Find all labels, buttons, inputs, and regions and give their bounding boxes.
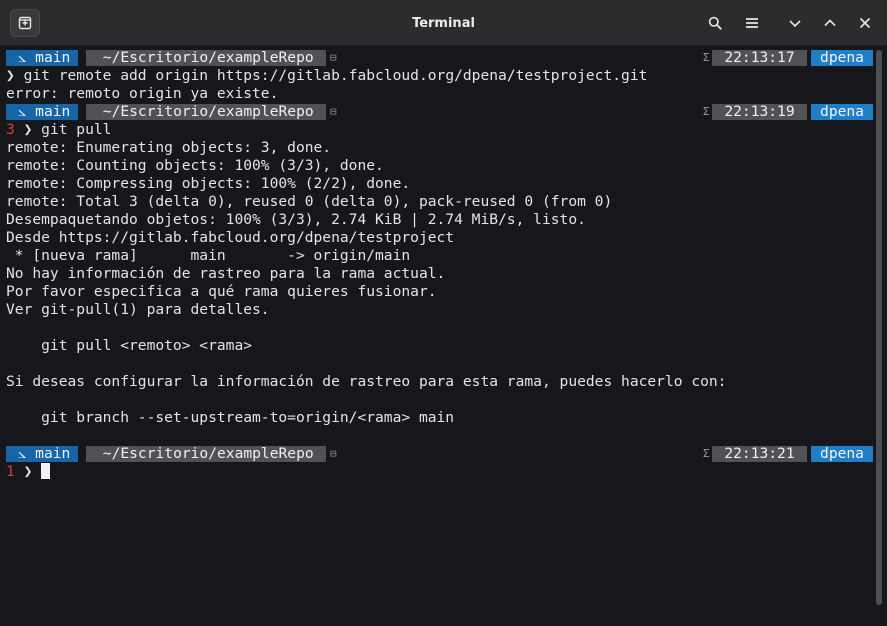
hamburger-menu-icon <box>746 18 758 28</box>
prompt-arrow: ❯ <box>14 121 42 138</box>
sigma-icon: Σ <box>703 447 710 460</box>
output-line: * [nueva rama] main -> origin/main <box>6 247 411 264</box>
sigma-icon: Σ <box>703 51 710 64</box>
main-menu-button[interactable] <box>737 8 767 38</box>
exit-status: 3 <box>6 121 15 138</box>
header-bar: Terminal <box>0 0 887 46</box>
branch-segment: ⦣ main <box>6 446 78 462</box>
exit-status: 1 <box>6 463 15 480</box>
folder-status-icon: ⊟ <box>330 105 337 118</box>
user-segment: dpena <box>811 104 873 120</box>
new-tab-icon <box>18 16 32 30</box>
prompt-line: ⦣ main ~/Escritorio/exampleRepo ⊟ Σ 22:1… <box>6 103 873 121</box>
close-button[interactable] <box>850 8 880 38</box>
search-icon <box>708 16 722 30</box>
new-tab-button[interactable] <box>10 9 40 37</box>
output-line: Desempaquetando objetos: 100% (3/3), 2.7… <box>6 211 586 228</box>
prompt-arrow: ❯ <box>6 67 24 84</box>
output-line: Desde https://gitlab.fabcloud.org/dpena/… <box>6 229 455 246</box>
chevron-up-icon <box>824 19 836 27</box>
prompt-arrow: ❯ <box>14 463 42 480</box>
scrollbar[interactable] <box>876 50 882 605</box>
folder-status-icon: ⊟ <box>330 51 337 64</box>
output-line: error: remoto origin ya existe. <box>6 85 279 102</box>
chevron-down-icon <box>789 20 801 28</box>
path-segment: ~/Escritorio/exampleRepo <box>86 50 326 66</box>
command-line: 3 ❯ git pull <box>6 121 867 139</box>
minimize-button[interactable] <box>780 8 810 38</box>
sigma-icon: Σ <box>703 105 710 118</box>
output-line: remote: Total 3 (delta 0), reused 0 (del… <box>6 193 613 210</box>
path-segment: ~/Escritorio/exampleRepo <box>86 104 326 120</box>
output-line: git branch --set-upstream-to=origin/<ram… <box>6 409 455 426</box>
command-text: git remote add origin https://gitlab.fab… <box>23 67 648 84</box>
command-line: ❯ git remote add origin https://gitlab.f… <box>6 67 867 85</box>
close-icon <box>859 17 871 29</box>
maximize-button[interactable] <box>815 8 845 38</box>
branch-segment: ⦣ main <box>6 104 78 120</box>
user-segment: dpena <box>811 446 873 462</box>
time-segment: 22:13:21 <box>712 446 807 462</box>
output-line: No hay información de rastreo para la ra… <box>6 265 446 282</box>
output-line: Si deseas configurar la información de r… <box>6 373 727 390</box>
output-line: remote: Enumerating objects: 3, done. <box>6 139 332 156</box>
user-segment: dpena <box>811 50 873 66</box>
path-segment: ~/Escritorio/exampleRepo <box>86 446 326 462</box>
terminal-output[interactable]: ⦣ main ~/Escritorio/exampleRepo ⊟ Σ 22:1… <box>0 46 887 626</box>
time-segment: 22:13:17 <box>712 50 807 66</box>
branch-segment: ⦣ main <box>6 50 78 66</box>
command-line[interactable]: 1 ❯ <box>6 463 867 481</box>
prompt-line: ⦣ main ~/Escritorio/exampleRepo ⊟ Σ 22:1… <box>6 49 873 67</box>
output-line: remote: Counting objects: 100% (3/3), do… <box>6 157 384 174</box>
prompt-line: ⦣ main ~/Escritorio/exampleRepo ⊟ Σ 22:1… <box>6 445 873 463</box>
terminal-window: Terminal ⦣ main ~/Escritorio/exampleRepo… <box>0 0 887 626</box>
output-line: git pull <remoto> <rama> <box>6 337 253 354</box>
output-line: Por favor especifica a qué rama quieres … <box>6 283 437 300</box>
text-cursor <box>41 463 51 479</box>
output-line: Ver git-pull(1) para detalles. <box>6 301 270 318</box>
output-line: remote: Compressing objects: 100% (2/2),… <box>6 175 411 192</box>
time-segment: 22:13:19 <box>712 104 807 120</box>
folder-status-icon: ⊟ <box>330 447 337 460</box>
command-text: git pull <box>41 121 112 138</box>
search-button[interactable] <box>700 8 730 38</box>
